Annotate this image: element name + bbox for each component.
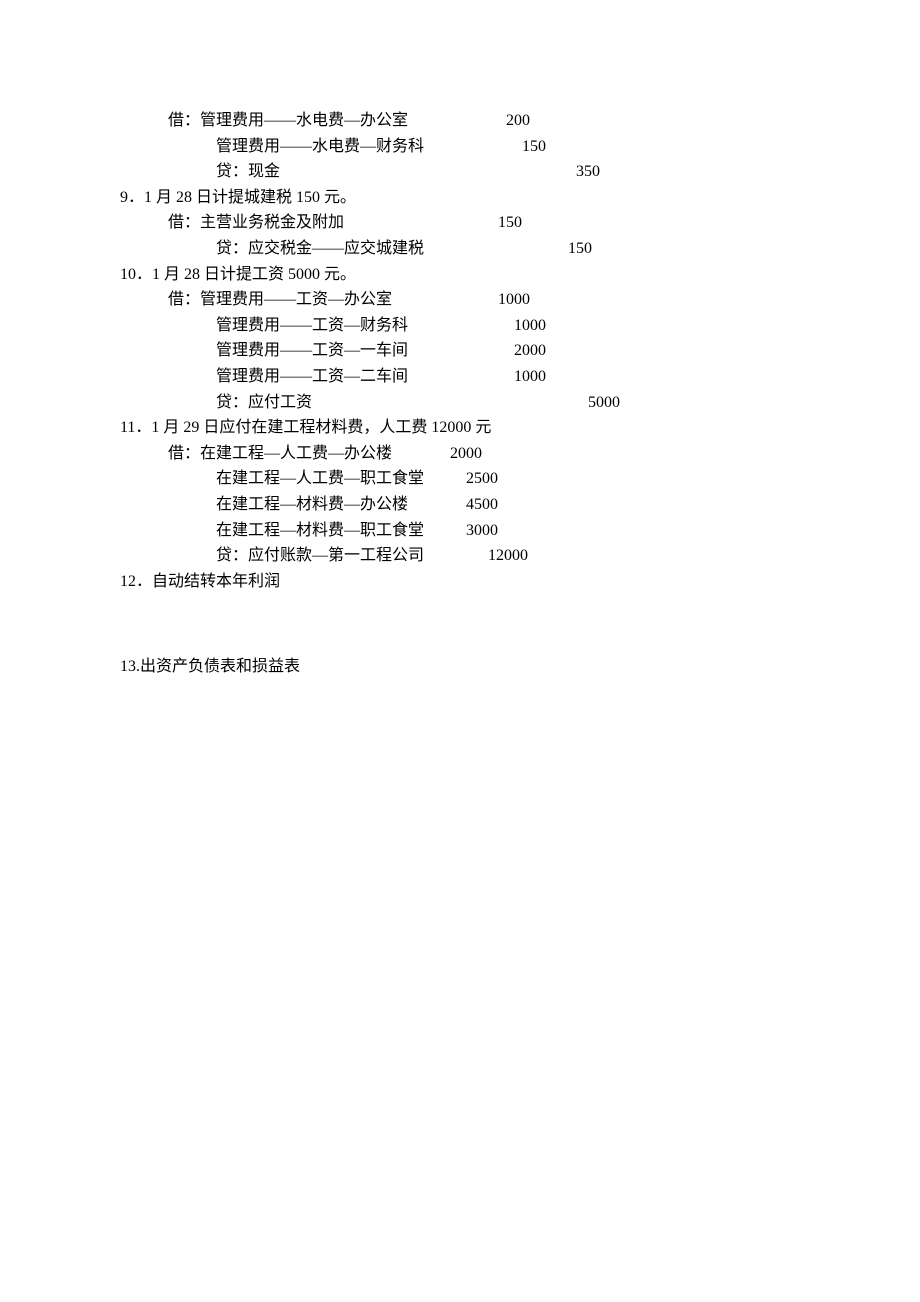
item-number: 12． <box>120 569 152 595</box>
dr-amount: 1000 <box>460 287 530 313</box>
cr-account: 应交税金——应交城建税 <box>248 236 522 262</box>
entry9-cr-line: 贷： 应交税金——应交城建税 150 <box>120 236 920 262</box>
entry11-dr-line3: 在建工程—材料费—办公楼 4500 <box>120 492 920 518</box>
cr-label: 贷： <box>216 390 248 416</box>
dr-label: 借： <box>168 210 200 236</box>
dr-amount: 3000 <box>448 518 498 544</box>
dr-amount: 150 <box>452 210 522 236</box>
dr-account: 管理费用——工资—二车间 <box>216 364 476 390</box>
item-number: 10． <box>120 262 152 288</box>
item-number: 11． <box>120 415 151 441</box>
item-title: 自动结转本年利润 <box>152 569 280 595</box>
cr-label: 贷： <box>216 543 248 569</box>
entry13-title: 13. 出资产负债表和损益表 <box>120 654 920 680</box>
dr-label: 借： <box>168 287 200 313</box>
dr-account: 管理费用——水电费—办公室 <box>200 108 460 134</box>
item-title: 1 月 29 日应付在建工程材料费，人工费 12000 元 <box>151 415 491 441</box>
dr-amount: 1000 <box>476 313 546 339</box>
entry8-dr-line2: 管理费用——水电费—财务科 150 <box>120 134 920 160</box>
dr-account: 在建工程—人工费—职工食堂 <box>216 466 448 492</box>
cr-label: 贷： <box>216 159 248 185</box>
item-number: 13. <box>120 654 140 680</box>
dr-account: 主营业务税金及附加 <box>200 210 452 236</box>
entry10-title: 10． 1 月 28 日计提工资 5000 元。 <box>120 262 920 288</box>
dr-amount: 200 <box>460 108 530 134</box>
cr-account: 应付工资 <box>248 390 460 416</box>
entry10-dr-line1: 借： 管理费用——工资—办公室 1000 <box>120 287 920 313</box>
entry9-title: 9． 1 月 28 日计提城建税 150 元。 <box>120 185 920 211</box>
entry10-dr-line3: 管理费用——工资—一车间 2000 <box>120 338 920 364</box>
entry11-title: 11． 1 月 29 日应付在建工程材料费，人工费 12000 元 <box>120 415 920 441</box>
dr-account: 在建工程—人工费—办公楼 <box>200 441 432 467</box>
cr-label: 贷： <box>216 236 248 262</box>
cr-account: 应付账款—第一工程公司 <box>248 543 458 569</box>
entry11-dr-line1: 借： 在建工程—人工费—办公楼 2000 <box>120 441 920 467</box>
entry10-dr-line4: 管理费用——工资—二车间 1000 <box>120 364 920 390</box>
dr-account: 管理费用——工资—财务科 <box>216 313 476 339</box>
cr-account: 现金 <box>248 159 460 185</box>
cr-amount: 350 <box>530 159 600 185</box>
dr-label: 借： <box>168 108 200 134</box>
dr-label: 借： <box>168 441 200 467</box>
dr-amount: 4500 <box>448 492 498 518</box>
cr-amount: 12000 <box>458 543 528 569</box>
item-number: 9． <box>120 185 144 211</box>
entry11-cr-line: 贷： 应付账款—第一工程公司 12000 <box>120 543 920 569</box>
item-title: 出资产负债表和损益表 <box>140 654 300 680</box>
entry12-title: 12． 自动结转本年利润 <box>120 569 920 595</box>
entry9-dr-line: 借： 主营业务税金及附加 150 <box>120 210 920 236</box>
entry10-cr-line: 贷： 应付工资 5000 <box>120 390 920 416</box>
dr-account: 管理费用——工资—一车间 <box>216 338 476 364</box>
blank <box>460 390 530 416</box>
dr-amount: 2500 <box>448 466 498 492</box>
dr-account: 在建工程—材料费—职工食堂 <box>216 518 448 544</box>
dr-account: 在建工程—材料费—办公楼 <box>216 492 448 518</box>
cr-amount: 5000 <box>530 390 620 416</box>
spacer <box>120 594 920 654</box>
dr-amount: 2000 <box>432 441 482 467</box>
entry11-dr-line4: 在建工程—材料费—职工食堂 3000 <box>120 518 920 544</box>
dr-amount: 1000 <box>476 364 546 390</box>
blank <box>460 159 530 185</box>
entry11-dr-line2: 在建工程—人工费—职工食堂 2500 <box>120 466 920 492</box>
item-title: 1 月 28 日计提工资 5000 元。 <box>152 262 356 288</box>
item-title: 1 月 28 日计提城建税 150 元。 <box>144 185 356 211</box>
entry8-cr-line: 贷： 现金 350 <box>120 159 920 185</box>
dr-account: 管理费用——水电费—财务科 <box>216 134 476 160</box>
entry10-dr-line2: 管理费用——工资—财务科 1000 <box>120 313 920 339</box>
dr-amount: 150 <box>476 134 546 160</box>
entry8-dr-line1: 借： 管理费用——水电费—办公室 200 <box>120 108 920 134</box>
cr-amount: 150 <box>522 236 592 262</box>
dr-account: 管理费用——工资—办公室 <box>200 287 460 313</box>
dr-amount: 2000 <box>476 338 546 364</box>
